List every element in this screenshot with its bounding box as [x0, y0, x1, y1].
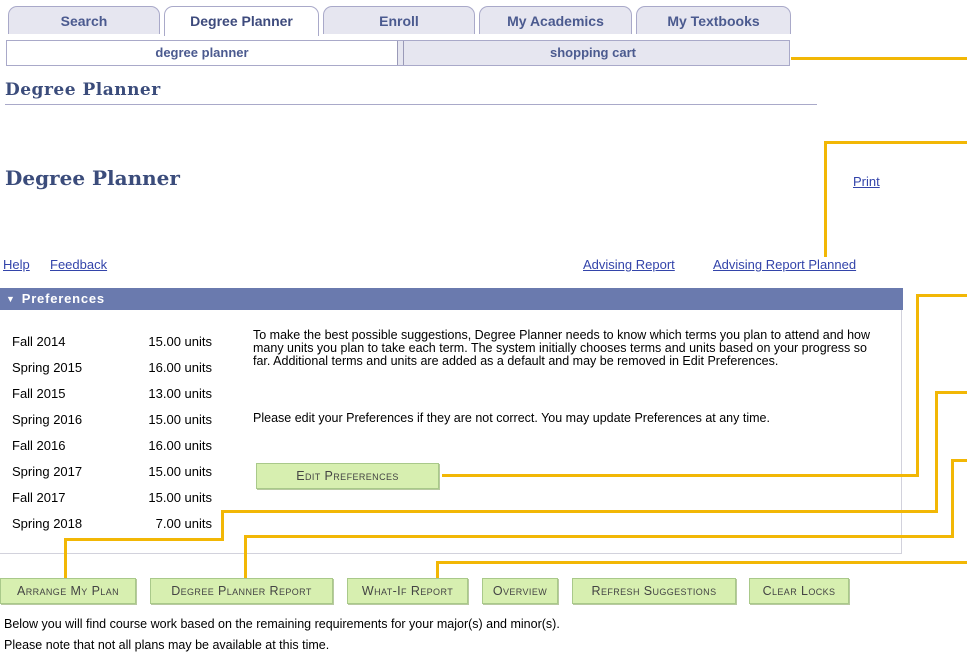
tab-enroll[interactable]: Enroll: [323, 6, 475, 34]
edit-preferences-button[interactable]: Edit Preferences: [256, 463, 439, 489]
list-item: Fall 2016 16.00 units: [12, 435, 212, 457]
term-units: 16.00 units: [148, 360, 212, 375]
advising-report-link[interactable]: Advising Report: [583, 257, 675, 272]
term-name: Fall 2014: [12, 334, 66, 349]
subtab-bar: degree planner shopping cart: [6, 40, 790, 66]
print-link[interactable]: Print: [853, 174, 880, 189]
overview-button[interactable]: Overview: [482, 578, 558, 604]
what-if-report-button[interactable]: What-If Report: [347, 578, 468, 604]
list-item: Fall 2017 15.00 units: [12, 487, 212, 509]
term-units: 16.00 units: [148, 438, 212, 453]
term-units: 13.00 units: [148, 386, 212, 401]
term-units: 15.00 units: [148, 490, 212, 505]
tab-search[interactable]: Search: [8, 6, 160, 34]
term-name: Spring 2017: [12, 464, 83, 479]
term-name: Fall 2016: [12, 438, 66, 453]
section-title: Degree Planner: [5, 80, 161, 100]
preferences-header[interactable]: ▼ Preferences: [0, 288, 903, 310]
triangle-down-icon: ▼: [6, 294, 16, 304]
term-name: Fall 2015: [12, 386, 66, 401]
preferences-description: To make the best possible suggestions, D…: [253, 328, 871, 368]
list-item: Fall 2014 15.00 units: [12, 331, 212, 353]
term-units: 15.00 units: [148, 464, 212, 479]
term-name: Fall 2017: [12, 490, 66, 505]
degree-planner-report-button[interactable]: Degree Planner Report: [150, 578, 333, 604]
divider: [5, 104, 817, 105]
footer-line-1: Below you will find course work based on…: [4, 617, 560, 631]
list-item: Spring 2016 15.00 units: [12, 409, 212, 431]
footer-line-2: Please note that not all plans may be av…: [4, 638, 330, 652]
term-units: 15.00 units: [148, 334, 212, 349]
tab-degree-planner[interactable]: Degree Planner: [164, 6, 319, 36]
arrange-my-plan-button[interactable]: Arrange My Plan: [0, 578, 136, 604]
list-item: Spring 2015 16.00 units: [12, 357, 212, 379]
list-item: Spring 2018 7.00 units: [12, 513, 212, 535]
page-title: Degree Planner: [5, 166, 180, 190]
preferences-header-label: Preferences: [21, 291, 105, 306]
refresh-suggestions-button[interactable]: Refresh Suggestions: [572, 578, 736, 604]
tab-my-textbooks[interactable]: My Textbooks: [636, 6, 791, 34]
term-units: 15.00 units: [148, 412, 212, 427]
list-item: Fall 2015 13.00 units: [12, 383, 212, 405]
subtab-degree-planner[interactable]: degree planner: [7, 41, 397, 65]
list-item: Spring 2017 15.00 units: [12, 461, 212, 483]
term-name: Spring 2016: [12, 412, 83, 427]
term-name: Spring 2018: [12, 516, 83, 531]
term-units: 7.00 units: [155, 516, 212, 531]
advising-report-planned-link[interactable]: Advising Report Planned: [713, 257, 856, 272]
feedback-link[interactable]: Feedback: [50, 257, 107, 272]
preferences-note: Please edit your Preferences if they are…: [253, 411, 770, 425]
subtab-shopping-cart[interactable]: shopping cart: [397, 41, 789, 65]
tab-my-academics[interactable]: My Academics: [479, 6, 632, 34]
clear-locks-button[interactable]: Clear Locks: [749, 578, 849, 604]
term-name: Spring 2015: [12, 360, 83, 375]
help-link[interactable]: Help: [3, 257, 30, 272]
